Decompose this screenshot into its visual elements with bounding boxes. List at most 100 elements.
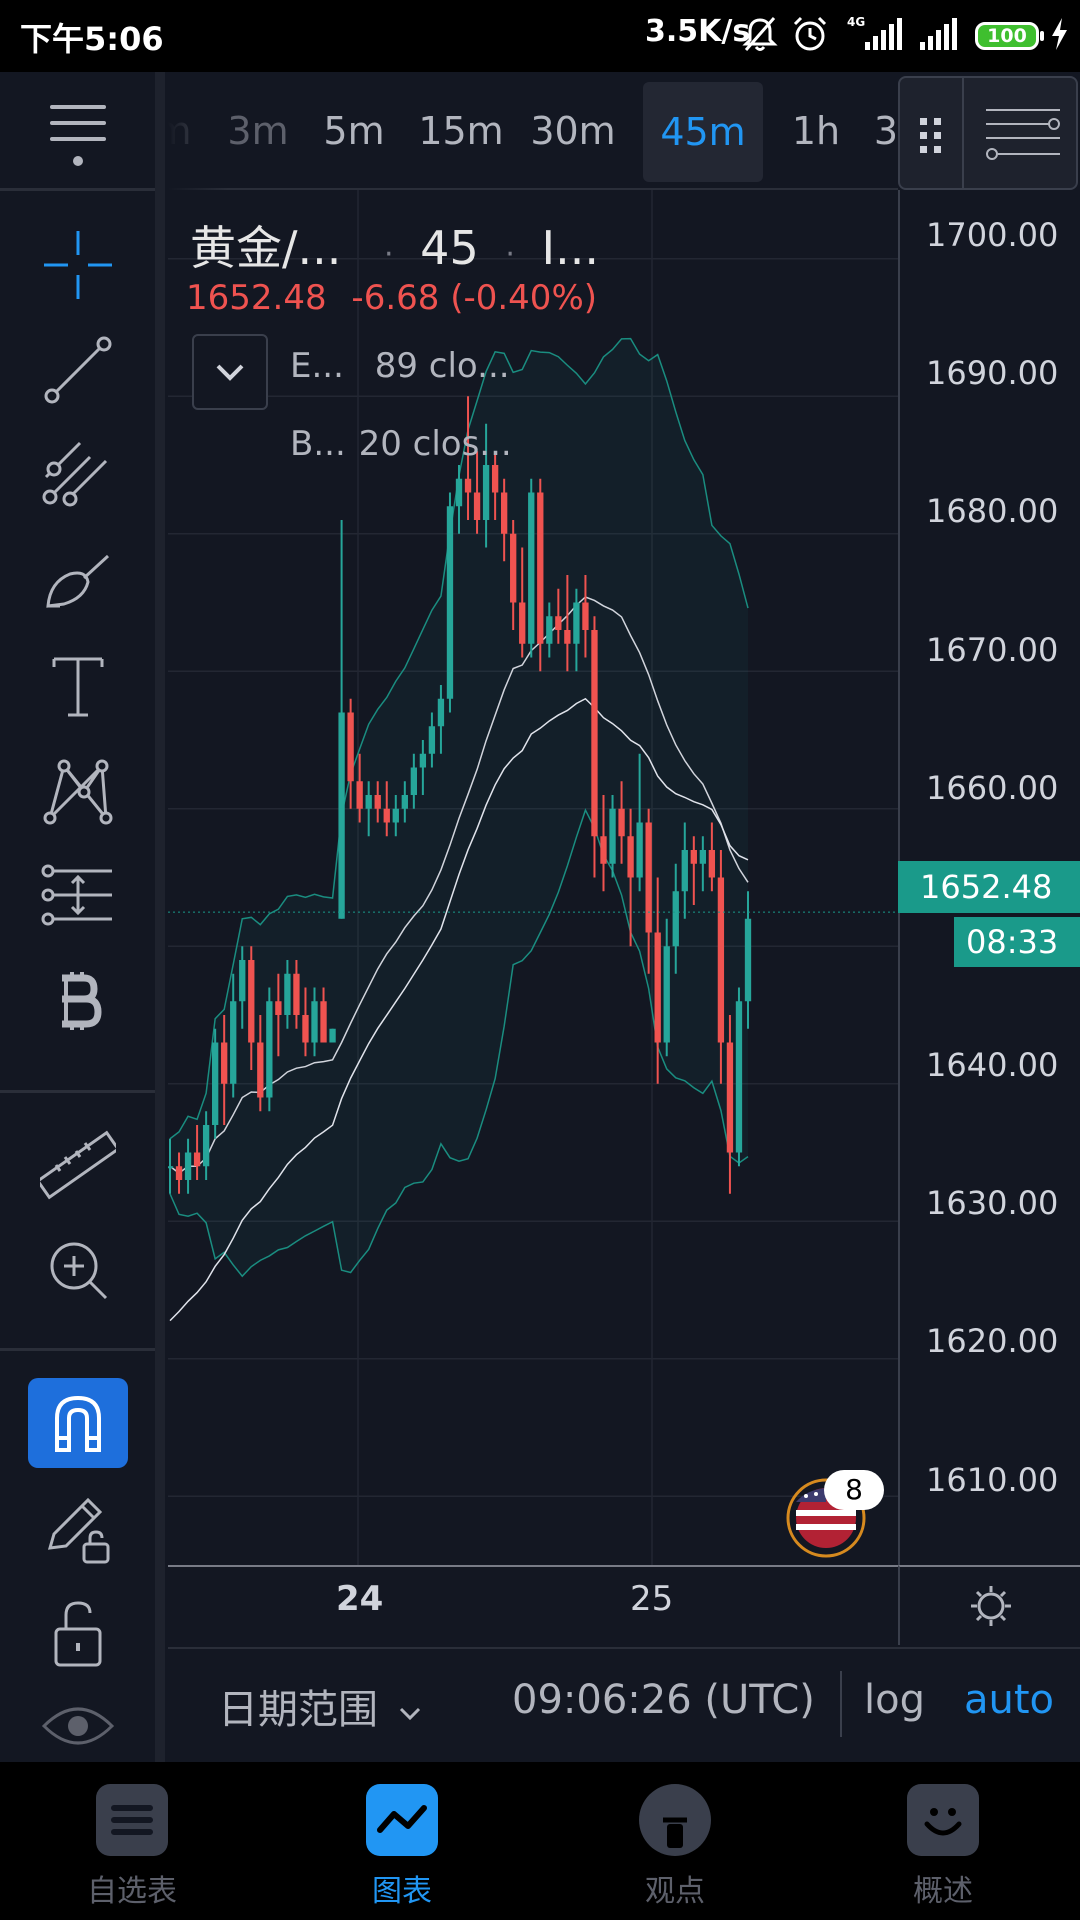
pattern-tool[interactable]	[28, 745, 128, 835]
magnet-toggle[interactable]	[28, 1378, 128, 1468]
price-label: 1680.00	[926, 492, 1059, 530]
candle-body	[293, 973, 300, 1015]
mute-bell-icon	[742, 17, 778, 51]
timeframe-3m[interactable]: 3m	[218, 72, 298, 188]
candle-body	[356, 781, 363, 809]
nav-label: 图表	[372, 1874, 432, 1909]
utc-clock[interactable]: 09:06:26 (UTC)	[512, 1677, 815, 1723]
timeframe-45m[interactable]: 45m	[643, 82, 763, 182]
forecast-tool[interactable]	[28, 850, 128, 940]
chart-icon	[366, 1784, 438, 1856]
candle-body	[401, 795, 408, 809]
timeframe-15m[interactable]: 15m	[406, 72, 516, 188]
candle-body	[428, 726, 436, 754]
timeframe-3h[interactable]: 3h	[858, 72, 898, 188]
crosshair-tool[interactable]	[28, 220, 128, 310]
nav-watchlist[interactable]: 自选表	[32, 1784, 232, 1914]
timeframe-30m[interactable]: 30m	[518, 72, 628, 188]
toolbar-separator	[0, 1348, 155, 1351]
indicator-ema[interactable]: E... 89 clo...	[290, 346, 510, 386]
symbol-line[interactable]: 黄金/... · 45 · I...	[190, 212, 599, 278]
candle-body	[311, 1001, 318, 1043]
candle-body	[202, 1125, 210, 1167]
candle-body	[672, 891, 679, 947]
date-range-button[interactable]: 日期范围	[218, 1677, 423, 1735]
indicator-name: E...	[290, 346, 344, 386]
signal-icon	[920, 18, 957, 50]
candle-body	[248, 960, 255, 1043]
price-label: 1670.00	[926, 631, 1059, 669]
candle-body	[654, 932, 661, 1043]
symbol-name[interactable]: 黄金/...	[190, 212, 341, 278]
time-axis[interactable]: 24 25	[168, 1565, 898, 1645]
toolbar-divider	[155, 72, 165, 1762]
candle-body	[347, 712, 354, 782]
timeframe-bar: m 3m 5m 15m 30m 45m 1h 3h	[168, 72, 898, 190]
candle-body	[717, 877, 725, 1043]
candle-body	[168, 1166, 174, 1169]
candlestick-chart[interactable]	[168, 190, 898, 1565]
current-price-tag: 1652.48	[898, 861, 1080, 913]
candle-body	[564, 630, 571, 644]
indicator-bb[interactable]: B... 20 clos...	[290, 424, 512, 464]
log-scale-toggle[interactable]: log	[864, 1677, 925, 1723]
status-time: 下午5:06	[20, 20, 164, 58]
candle-body	[546, 616, 553, 644]
toolbar-separator	[0, 188, 155, 191]
price-label: 1660.00	[926, 769, 1059, 807]
chart-properties-icon[interactable]	[982, 100, 1064, 170]
unlock-tool[interactable]	[28, 1588, 128, 1678]
network-speed: 3.5K/s	[645, 14, 751, 49]
price-change: -6.68 (-0.40%)	[351, 278, 598, 318]
text-tool[interactable]	[28, 640, 128, 730]
candle-body	[184, 1152, 192, 1180]
trend-line-icon	[44, 336, 112, 404]
eye-icon	[41, 1707, 115, 1745]
timeframe-fade	[168, 72, 228, 190]
candle-body	[744, 918, 752, 1002]
pattern-icon	[43, 759, 113, 825]
candle-body	[329, 1028, 336, 1043]
overview-icon	[907, 1784, 979, 1856]
candle-body	[446, 506, 454, 699]
chevron-down-icon	[216, 364, 244, 381]
candle-body	[302, 1015, 309, 1043]
trend-line-tool[interactable]	[28, 325, 128, 415]
timeframe-1h[interactable]: 1h	[776, 72, 856, 188]
drag-handle-icon[interactable]	[916, 114, 946, 158]
nav-chart[interactable]: 图表	[302, 1784, 502, 1914]
pencil-lock-icon	[47, 1497, 110, 1564]
fib-channel-tool[interactable]	[28, 430, 128, 520]
candle-body	[708, 850, 716, 878]
hide-drawings-tool[interactable]	[28, 1688, 128, 1762]
gear-icon[interactable]	[968, 1583, 1014, 1629]
lock-drawings-tool[interactable]	[28, 1483, 128, 1573]
time-label: 24	[336, 1579, 384, 1619]
brush-tool[interactable]	[28, 535, 128, 625]
candle-body	[410, 767, 418, 795]
nav-ideas[interactable]: 观点	[575, 1784, 775, 1914]
zoom-tool[interactable]	[28, 1225, 128, 1315]
timeframe-5m[interactable]: 5m	[314, 72, 394, 188]
ideas-icon	[639, 1784, 711, 1856]
collapse-indicators-button[interactable]	[192, 334, 268, 410]
candle-body	[275, 1001, 282, 1015]
auto-scale-toggle[interactable]: auto	[964, 1677, 1054, 1723]
price-chart[interactable]: 8	[168, 190, 898, 1565]
price-label: 1620.00	[926, 1322, 1059, 1360]
nav-overview[interactable]: 概述	[843, 1784, 1043, 1914]
drawing-toolbar	[0, 72, 165, 1762]
price-label: 1630.00	[926, 1184, 1059, 1222]
ruler-tool[interactable]	[28, 1120, 128, 1210]
candle-body	[211, 1042, 219, 1125]
alarm-icon	[793, 16, 827, 51]
candle-body	[591, 630, 598, 837]
menu-button[interactable]	[28, 92, 128, 182]
candle-body	[555, 616, 562, 630]
crypto-tool[interactable]	[28, 955, 128, 1045]
nav-label: 观点	[645, 1874, 705, 1909]
price-label: 1610.00	[926, 1461, 1059, 1499]
candle-body	[221, 1042, 228, 1084]
candle-body	[519, 602, 526, 644]
events-count: 8	[824, 1470, 884, 1510]
